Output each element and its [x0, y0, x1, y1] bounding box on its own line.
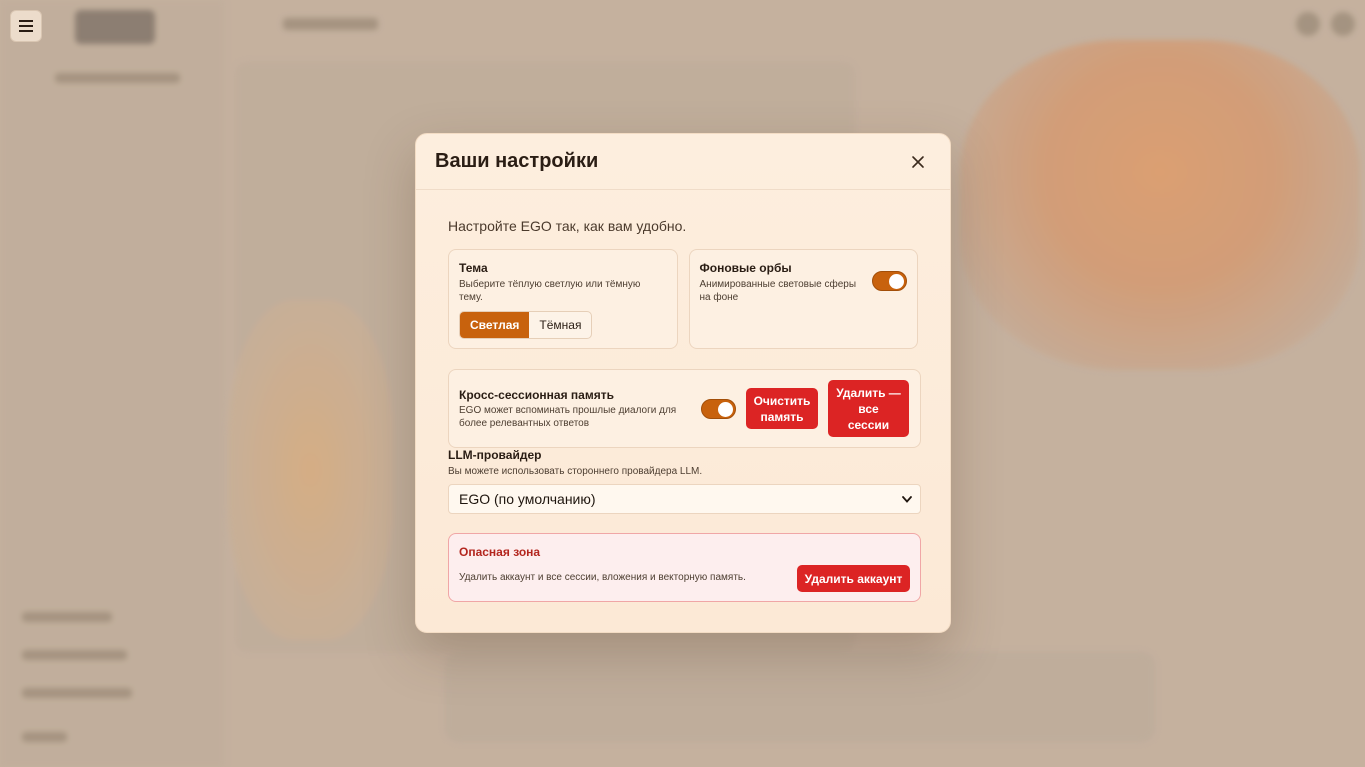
modal-body: Настройте EGO так, как вам удобно. Тема … — [416, 190, 950, 602]
settings-modal: Ваши настройки Настройте EGO так, как ва… — [415, 133, 951, 633]
llm-provider-select[interactable]: EGO (по умолчанию) — [448, 484, 921, 514]
theme-card: Тема Выберите тёплую светлую или тёмную … — [448, 249, 678, 349]
menu-button[interactable] — [10, 10, 42, 42]
llm-provider-value: EGO (по умолчанию) — [459, 491, 596, 507]
modal-title: Ваши настройки — [435, 150, 599, 172]
orbs-toggle[interactable] — [872, 271, 907, 291]
danger-description: Удалить аккаунт и все сессии, вложения и… — [459, 572, 746, 583]
llm-title: LLM-провайдер — [448, 448, 542, 462]
toggle-knob — [889, 274, 904, 289]
settings-intro: Настройте EGO так, как вам удобно. — [448, 218, 687, 234]
memory-description: EGO может вспоминать прошлые диалоги для… — [459, 404, 677, 429]
memory-text: Кросс-сессионная память EGO может вспоми… — [459, 388, 699, 430]
modal-header: Ваши настройки — [416, 134, 950, 190]
clear-memory-button[interactable]: Очистить память — [746, 388, 818, 429]
danger-zone: Опасная зона Удалить аккаунт и все сесси… — [448, 533, 921, 602]
memory-card: Кросс-сессионная память EGO может вспоми… — [448, 369, 921, 448]
orbs-description: Анимированные световые сферы на фоне — [699, 279, 857, 303]
orbs-card: Фоновые орбы Анимированные световые сфер… — [688, 249, 918, 349]
hamburger-menu-icon — [19, 20, 33, 32]
theme-switch: Светлая Тёмная — [459, 311, 593, 339]
delete-account-button[interactable]: Удалить аккаунт — [797, 565, 910, 592]
toggle-knob — [718, 401, 733, 417]
memory-toggle[interactable] — [701, 398, 736, 419]
theme-description: Выберите тёплую светлую или тёмную тему. — [459, 279, 641, 303]
close-button[interactable] — [906, 150, 930, 174]
danger-title: Опасная зона — [459, 545, 541, 559]
theme-option-dark[interactable]: Тёмная — [529, 312, 591, 338]
memory-title: Кросс-сессионная память — [459, 387, 614, 402]
chevron-down-icon — [902, 495, 912, 503]
theme-title: Тема — [459, 261, 488, 275]
theme-option-light[interactable]: Светлая — [460, 312, 530, 338]
memory-controls: Очистить память Удалить — все сессии — [701, 380, 909, 437]
delete-all-sessions-button[interactable]: Удалить — все сессии — [828, 380, 909, 437]
llm-description: Вы можете использовать стороннего провай… — [448, 466, 703, 477]
settings-top-row: Тема Выберите тёплую светлую или тёмную … — [448, 249, 918, 349]
close-icon — [912, 155, 924, 168]
